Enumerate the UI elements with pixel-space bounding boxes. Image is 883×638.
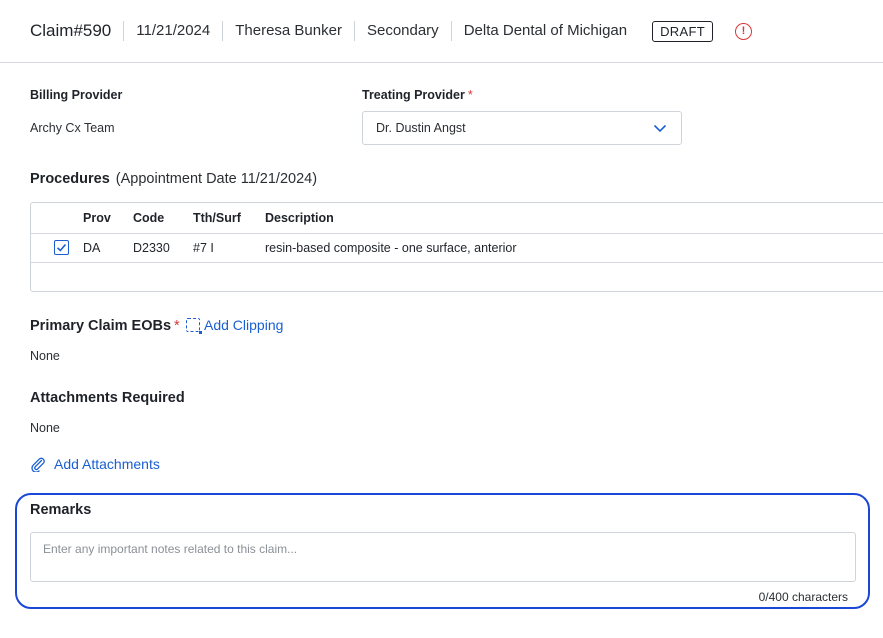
eobs-value: None bbox=[30, 349, 60, 363]
paperclip-icon bbox=[31, 457, 45, 472]
column-header-code[interactable]: Code bbox=[133, 203, 164, 233]
table-row[interactable]: DA D2330 #7 I resin-based composite - on… bbox=[31, 234, 883, 263]
coverage-type: Secondary bbox=[355, 21, 452, 41]
add-attachments-button[interactable]: Add Attachments bbox=[30, 456, 160, 472]
attachments-value: None bbox=[30, 421, 60, 435]
required-mark: * bbox=[467, 88, 473, 102]
column-header-prov[interactable]: Prov bbox=[83, 203, 111, 233]
procedures-title: Procedures bbox=[30, 171, 110, 187]
cell-tooth-surface: #7 I bbox=[193, 241, 214, 255]
payer-name: Delta Dental of Michigan bbox=[463, 22, 628, 39]
treating-provider-selected: Dr. Dustin Angst bbox=[376, 121, 466, 135]
eobs-heading: Primary Claim EOBs * bbox=[30, 318, 180, 334]
chevron-down-icon bbox=[653, 124, 667, 133]
column-header-description[interactable]: Description bbox=[265, 203, 334, 233]
patient-name: Theresa Bunker bbox=[223, 21, 355, 41]
remarks-textarea[interactable] bbox=[30, 532, 856, 582]
character-counter: 0/400 characters bbox=[758, 590, 848, 604]
table-header: Prov Code Tth/Surf Description bbox=[31, 203, 883, 234]
treating-provider-select[interactable]: Dr. Dustin Angst bbox=[362, 111, 682, 145]
treating-provider-label: Treating Provider * bbox=[362, 88, 473, 102]
appointment-date: (Appointment Date 11/21/2024) bbox=[115, 171, 318, 187]
alert-icon[interactable]: ! bbox=[734, 22, 752, 40]
cell-prov: DA bbox=[83, 241, 101, 255]
add-clipping-button[interactable]: Add Clipping bbox=[186, 317, 284, 334]
row-checkbox[interactable] bbox=[54, 240, 69, 255]
remarks-title: Remarks bbox=[30, 502, 92, 518]
cell-code: D2330 bbox=[133, 241, 170, 255]
clipping-icon bbox=[186, 318, 202, 334]
treating-provider-label-text: Treating Provider bbox=[362, 88, 465, 102]
attachments-title: Attachments Required bbox=[30, 390, 185, 406]
add-clipping-label: Add Clipping bbox=[204, 317, 284, 333]
claim-title: Claim#590 bbox=[30, 21, 125, 41]
claim-date: 11/21/2024 bbox=[124, 21, 224, 41]
billing-provider-label: Billing Provider bbox=[30, 88, 123, 102]
procedures-table: Prov Code Tth/Surf Description DA D2330 … bbox=[30, 202, 883, 292]
status-badge: DRAFT bbox=[652, 20, 713, 42]
add-attachments-label: Add Attachments bbox=[54, 456, 160, 472]
column-header-tooth-surface[interactable]: Tth/Surf bbox=[193, 203, 241, 233]
cell-description: resin-based composite - one surface, ant… bbox=[265, 241, 517, 255]
checkmark-icon bbox=[56, 243, 67, 252]
required-mark: * bbox=[174, 318, 180, 334]
billing-provider-value: Archy Cx Team bbox=[30, 121, 115, 135]
claim-header: Claim#590 11/21/2024 Theresa Bunker Seco… bbox=[0, 0, 883, 63]
eobs-title: Primary Claim EOBs bbox=[30, 318, 172, 334]
procedures-heading: Procedures (Appointment Date 11/21/2024) bbox=[30, 171, 317, 187]
